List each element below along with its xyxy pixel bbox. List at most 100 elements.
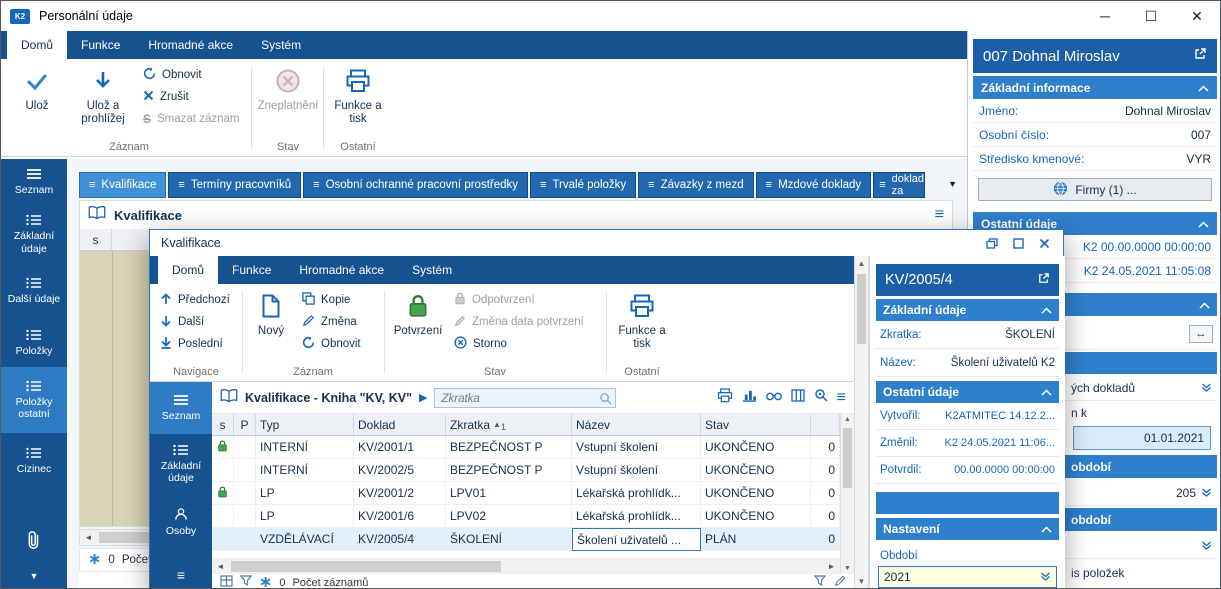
dialog-sidebar-item-zakladni-udaje[interactable]: Základní údaje [150,434,212,494]
column-header-num[interactable] [811,414,840,436]
chart-icon[interactable] [742,388,757,407]
menu-icon[interactable]: ≡ [837,389,846,407]
tab-overflow-button[interactable]: ▼ [948,179,957,189]
dialog-sidebar-item-osoby[interactable]: Osoby [150,494,212,550]
scroll-down-button[interactable]: ▼ [841,565,854,572]
ribbon-tab-bulk-actions[interactable]: Hromadné akce [134,31,247,59]
scrollbar-thumb[interactable] [231,561,501,572]
dialog-sidebar-item-seznam[interactable]: Seznam [150,382,212,434]
previous-button[interactable]: Předchozí [160,290,230,310]
section-basic-info[interactable]: Základní informace [973,76,1217,99]
firms-button[interactable]: Firmy (1) ... [978,178,1212,201]
search-settings-icon[interactable] [814,388,828,407]
table-row[interactable]: LP KV/2001/6 LPV02 Lékařská prohlídk... … [212,505,840,528]
column-header-typ[interactable]: Typ [256,414,354,436]
tab-oopp[interactable]: ≡Osobní ochranné pracovní prostředky [303,172,528,198]
sidebar-item-zakladni-udaje[interactable]: Základní údaje [1,206,67,263]
scroll-right-button[interactable]: ► [823,558,840,574]
open-external-icon[interactable] [1037,272,1050,289]
close-button[interactable]: ✕ [1174,1,1220,31]
dialog-sidebar-menu-button[interactable]: ≡ [150,567,212,583]
minimize-button[interactable]: ─ [1082,1,1128,31]
section-other[interactable]: Ostatní údaje [876,381,1059,403]
table-row[interactable]: LP KV/2001/2 LPV01 Lékařská prohlídk... … [212,482,840,505]
delete-record-button[interactable]: S Smazat záznam [143,109,239,129]
fit-width-button[interactable]: ↔ [1189,325,1213,343]
date-field[interactable]: 01.01.2021 [1073,426,1211,450]
restore-icon[interactable] [981,234,1003,252]
storno-button[interactable]: Storno [454,334,507,354]
pencil-icon[interactable] [834,575,846,589]
dialog-functions-print-button[interactable]: Funkce a tisk [612,290,672,351]
unconfirm-button[interactable]: Odpotvrzení [454,290,535,310]
copy-button[interactable]: Kopie [302,290,350,310]
last-button[interactable]: Poslední [160,334,223,354]
table-row[interactable]: INTERNÍ KV/2002/5 BEZPEČNOST P Vstupní š… [212,459,840,482]
change-button[interactable]: Změna [302,312,357,332]
tab-kvalifikace[interactable]: ≡Kvalifikace [79,172,166,198]
sidebar-item-dalsi-udaje[interactable]: Další údaje [1,263,67,319]
scroll-down-button[interactable]: ▼ [855,577,868,586]
sidebar-item-cizinec[interactable]: Cizinec [1,433,67,489]
save-button[interactable]: Ulož [11,65,63,113]
expand-button[interactable]: ▶ [419,391,427,404]
columns-icon[interactable] [791,389,805,407]
column-header-s[interactable]: s [80,229,112,250]
ribbon-tab-system[interactable]: Systém [247,31,315,59]
column-header-p[interactable]: P [234,414,256,436]
ribbon-tab-functions[interactable]: Funkce [67,31,134,59]
scroll-up-button[interactable]: ▲ [855,259,868,268]
maximize-button[interactable]: ☐ [1128,1,1174,31]
binoculars-icon[interactable] [766,389,782,407]
next-button[interactable]: Další [160,312,204,332]
tab-terminy-pracovniku[interactable]: ≡Termíny pracovníků [168,172,301,198]
cancel-button[interactable]: Zrušit [143,87,189,107]
column-header-nazev[interactable]: Název [572,414,701,436]
focused-cell[interactable]: Školení uživatelů ... [572,528,701,551]
dialog-tab-home[interactable]: Domů [158,256,218,284]
print-icon[interactable] [717,388,733,408]
dialog-refresh-button[interactable]: Obnovit [302,334,361,354]
invalidate-button[interactable]: Zneplatnění [257,65,319,113]
maximize-icon[interactable] [1007,234,1029,252]
scroll-left-button[interactable]: ◄ [212,558,229,574]
change-confirm-date-button[interactable]: Změna data potvrzení [454,312,584,332]
scrollbar-thumb[interactable] [857,274,866,344]
section-settings[interactable]: Nastavení [876,518,1059,540]
close-icon[interactable] [1033,234,1055,252]
sidebar-item-seznam[interactable]: Seznam [1,159,67,206]
functions-print-button[interactable]: Funkce a tisk [329,65,387,126]
filter-icon[interactable] [240,575,252,589]
sidebar-item-polozky[interactable]: Položky [1,319,67,367]
dialog-tab-bulk-actions[interactable]: Hromadné akce [285,256,398,284]
combo-icon[interactable] [1201,539,1212,553]
filter-icon[interactable] [814,575,826,589]
section-menu-button[interactable]: ≡ [935,207,944,223]
scroll-left-button[interactable]: ◄ [80,530,97,545]
column-header[interactable] [112,229,150,250]
section-basic[interactable]: Základní údaje [876,299,1059,321]
combo-icon[interactable] [1040,570,1051,584]
tab-trvale-polozky[interactable]: ≡Trvalé položky [530,172,636,198]
scroll-up-button[interactable]: ▲ [841,416,854,423]
tab-zavazky-z-mezd[interactable]: ≡Závazky z mezd [638,172,754,198]
sidebar-item-polozky-ostatni[interactable]: Položky ostatní [1,367,67,433]
column-header-doklad[interactable]: Doklad [354,414,446,436]
save-and-view-button[interactable]: Ulož a prohlížej [67,65,139,126]
column-header-s[interactable]: s [212,414,234,436]
sidebar-more-button[interactable]: ▼ [1,571,67,581]
attachments-button[interactable] [1,529,67,556]
search-input[interactable] [435,390,615,408]
combo-icon[interactable] [1201,381,1212,395]
scrollbar-thumb[interactable] [843,428,852,488]
confirm-button[interactable]: Potvrzení [390,290,446,338]
table-row[interactable]: INTERNÍ KV/2001/1 BEZPEČNOST P Vstupní š… [212,436,840,459]
period-combobox[interactable]: 2021 [878,566,1057,588]
grid-icon[interactable] [220,575,233,589]
refresh-button[interactable]: Obnovit [143,65,202,85]
tab-doklady-za[interactable]: ≡doklady za [873,172,925,198]
dialog-tab-functions[interactable]: Funkce [218,256,285,284]
open-external-icon[interactable] [1193,47,1207,65]
section-header-empty[interactable] [876,492,1059,514]
column-header-stav[interactable]: Stav [701,414,811,436]
